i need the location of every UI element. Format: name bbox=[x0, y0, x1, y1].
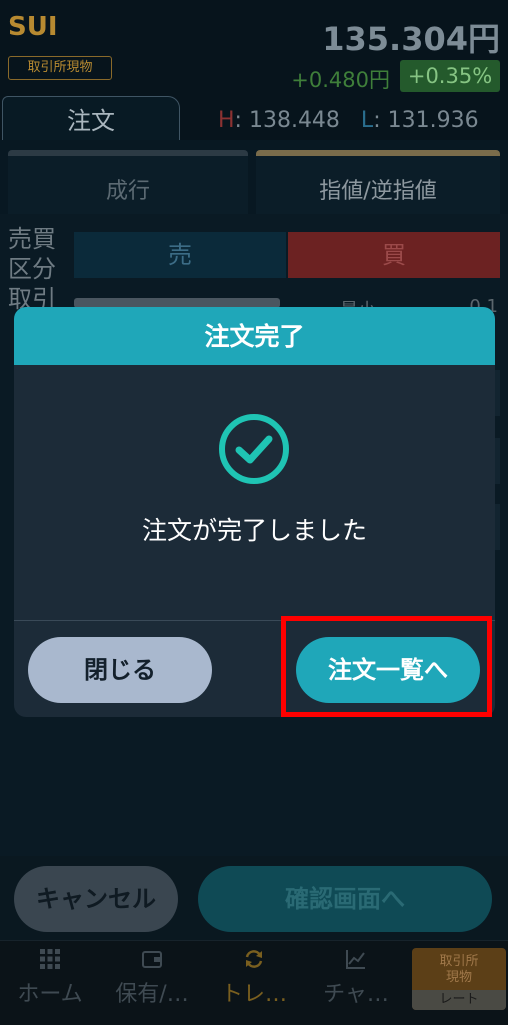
nav-holdings[interactable]: 保有/… bbox=[102, 940, 202, 1020]
low-label: L bbox=[360, 108, 374, 133]
nav-rate-title: 取引所 現物 bbox=[439, 954, 479, 985]
high-label: H bbox=[218, 108, 235, 133]
nav-chart-label: チャ… bbox=[323, 982, 389, 1007]
nav-home[interactable]: ホーム bbox=[0, 940, 100, 1020]
nav-trade[interactable]: トレ… bbox=[204, 940, 304, 1020]
dialog-title: 注文完了 bbox=[14, 307, 495, 365]
symbol-title: SUI bbox=[8, 12, 58, 42]
price-change: +0.480円 bbox=[291, 68, 390, 92]
exchange-badge: 取引所現物 bbox=[8, 56, 112, 80]
close-button[interactable]: 閉じる bbox=[28, 637, 212, 703]
grid-icon bbox=[40, 949, 60, 969]
check-circle-icon bbox=[219, 414, 289, 484]
cancel-button[interactable]: キャンセル bbox=[14, 866, 178, 932]
nav-trade-label: トレ… bbox=[220, 982, 287, 1007]
exchange-arrows-icon bbox=[245, 950, 263, 968]
order-type-limit-tab[interactable]: 指値/逆指値 bbox=[256, 150, 500, 218]
price-change-percent: +0.35% bbox=[400, 60, 500, 92]
low-value: 131.936 bbox=[387, 108, 479, 133]
tab-order[interactable]: 注文 bbox=[2, 96, 180, 141]
wallet-icon bbox=[142, 951, 162, 968]
nav-rate-button[interactable]: 取引所 現物 レート bbox=[412, 948, 506, 1010]
confirm-screen-button[interactable]: 確認画面へ bbox=[198, 866, 492, 932]
highlight-box bbox=[281, 616, 492, 717]
high-low-row: H: 138.448 L: 131.936 bbox=[218, 108, 479, 133]
buy-button[interactable]: 買 bbox=[288, 232, 500, 278]
nav-home-label: ホーム bbox=[17, 982, 83, 1007]
nav-chart[interactable]: チャ… bbox=[306, 940, 406, 1020]
chart-icon bbox=[346, 950, 365, 969]
order-type-market-tab[interactable]: 成行 bbox=[8, 150, 248, 218]
dialog-message: 注文が完了しました bbox=[141, 516, 367, 545]
sell-button[interactable]: 売 bbox=[74, 232, 286, 278]
side-label: 売買 区分 取引 bbox=[8, 225, 56, 313]
nav-holdings-label: 保有/… bbox=[115, 982, 189, 1007]
nav-rate-label: レート bbox=[412, 990, 506, 1010]
high-value: 138.448 bbox=[248, 108, 340, 133]
price-value: 135.304円 bbox=[322, 20, 500, 58]
